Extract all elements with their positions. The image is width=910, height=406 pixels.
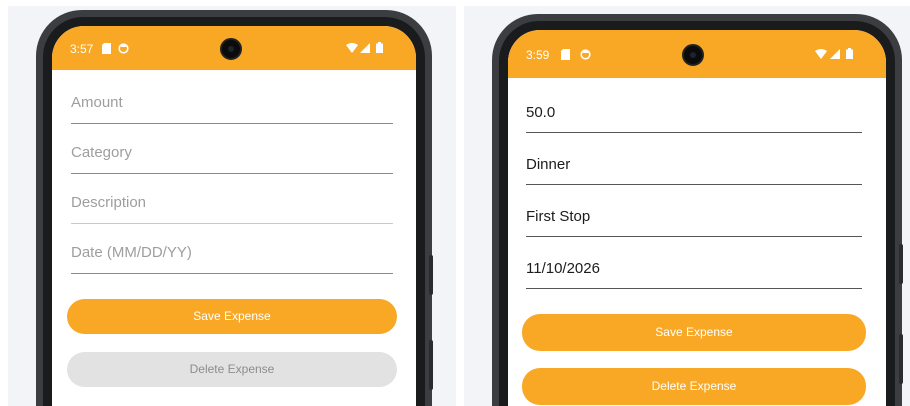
- save-expense-button[interactable]: Save Expense: [67, 299, 397, 334]
- left-phone-bezel: 3:57 Amount Category Description Date (M…: [43, 17, 425, 406]
- left-status-bar: 3:57: [52, 26, 416, 70]
- wifi-icon: [346, 43, 358, 56]
- description-field[interactable]: Description: [71, 194, 393, 224]
- date-field[interactable]: 11/10/2026: [526, 260, 862, 289]
- battery-icon: [376, 42, 383, 56]
- cell-signal-icon: [830, 49, 840, 62]
- date-field[interactable]: Date (MM/DD/YY): [71, 244, 393, 274]
- screenshot-pair: 3:57 Amount Category Description Date (M…: [0, 0, 910, 406]
- sim-card-icon: [561, 49, 570, 63]
- delete-expense-button[interactable]: Delete Expense: [522, 368, 866, 405]
- save-expense-button[interactable]: Save Expense: [522, 314, 866, 351]
- battery-icon: [846, 48, 853, 62]
- right-status-time: 3:59: [526, 48, 550, 62]
- amount-field[interactable]: Amount: [71, 94, 393, 124]
- left-front-camera: [220, 38, 242, 60]
- right-volume-button: [899, 334, 903, 384]
- right-front-camera: [682, 44, 704, 66]
- left-power-button: [429, 255, 433, 295]
- left-status-time: 3:57: [70, 42, 94, 56]
- category-field[interactable]: Category: [71, 144, 393, 174]
- left-phone-frame: 3:57 Amount Category Description Date (M…: [36, 10, 433, 406]
- cell-signal-icon: [360, 43, 370, 56]
- delete-expense-button[interactable]: Delete Expense: [67, 352, 397, 387]
- right-phone-bezel: 3:59 50.0 Dinner First Stop 11/10/2026 S…: [499, 21, 895, 406]
- left-volume-button: [429, 340, 433, 390]
- right-power-button: [899, 244, 903, 284]
- right-status-bar: 3:59: [508, 30, 886, 78]
- sim-card-icon: [102, 43, 111, 57]
- left-screen: 3:57 Amount Category Description Date (M…: [52, 26, 416, 406]
- description-field[interactable]: First Stop: [526, 208, 862, 237]
- right-phone-frame: 3:59 50.0 Dinner First Stop 11/10/2026 S…: [492, 14, 903, 406]
- sync-icon: [580, 49, 591, 63]
- sync-icon: [118, 43, 129, 57]
- right-screen: 3:59 50.0 Dinner First Stop 11/10/2026 S…: [508, 30, 886, 406]
- amount-field[interactable]: 50.0: [526, 104, 862, 133]
- wifi-icon: [815, 49, 827, 62]
- category-field[interactable]: Dinner: [526, 156, 862, 185]
